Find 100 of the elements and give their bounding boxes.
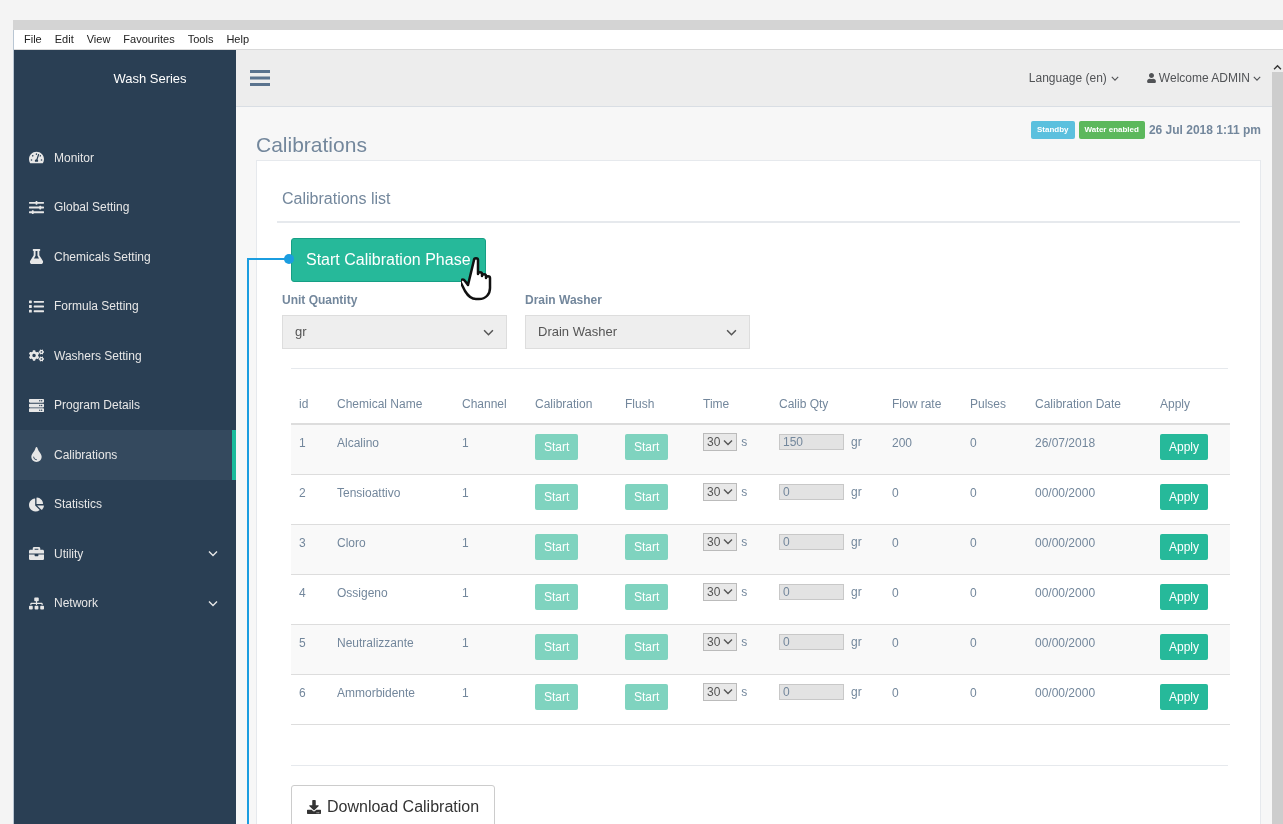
column-header: Channel (454, 395, 527, 424)
field-label: Drain Washer (525, 292, 603, 309)
menu-item[interactable]: Edit (54, 31, 74, 48)
column-header: Flow rate (884, 395, 962, 424)
sidebar-item[interactable]: Chemicals Setting (14, 232, 236, 282)
table-cell: 0 (884, 674, 962, 724)
table-cell: 1 (454, 574, 527, 624)
table-cell: 0 (884, 624, 962, 674)
sidebar-item[interactable]: Monitor (14, 133, 236, 183)
page-title: Calibrations (256, 132, 367, 158)
table-cell: 1 (454, 674, 527, 724)
list-icon (29, 298, 44, 314)
chevron-down-icon (208, 599, 218, 607)
briefcase-icon (29, 546, 44, 562)
column-header: Chemical Name (329, 395, 454, 424)
table-cell: 0 (962, 424, 1027, 474)
column-header: Pulses (962, 395, 1027, 424)
sidebar-item[interactable]: Global Setting (14, 182, 236, 232)
time-select[interactable]: 30 (703, 482, 738, 501)
flask-icon (29, 249, 44, 265)
status-badge: Standby (1030, 121, 1075, 139)
table-cell: 0 (962, 474, 1027, 524)
unit-select[interactable]: gr (282, 315, 507, 349)
time-select[interactable]: 30 (703, 532, 738, 551)
table-cell: 00/00/2000 (1027, 574, 1152, 624)
column-header: Flush (617, 395, 695, 424)
table-cell: 0 (962, 624, 1027, 674)
unit-label: s (741, 533, 748, 551)
user-menu[interactable]: Welcome ADMIN (1146, 69, 1261, 87)
chevron-down-icon (1110, 75, 1119, 81)
menu-icon[interactable] (250, 70, 270, 86)
download-icon (307, 799, 321, 814)
chevron-down-icon (723, 488, 734, 495)
unit-label: s (741, 683, 748, 701)
chevron-down-icon (726, 328, 737, 336)
table-cell: 1 (454, 624, 527, 674)
table-cell: 1 (291, 424, 329, 474)
table-cell: 1 (454, 524, 527, 574)
column-header: Calib Qty (771, 395, 884, 424)
sidebar-item[interactable]: Washers Setting (14, 331, 236, 381)
column-header: id (291, 395, 329, 424)
table-cell: Neutralizzante (329, 624, 454, 674)
status-badge: Water enabled (1078, 121, 1145, 139)
unit-label: gr (851, 583, 862, 601)
unit-label: s (741, 434, 748, 451)
sitemap-icon (29, 595, 44, 611)
pie-chart-icon (29, 496, 44, 512)
time-select[interactable]: 30 (703, 682, 738, 701)
time-select[interactable]: 30 (703, 632, 738, 651)
field-label: Unit Quantity (282, 292, 359, 309)
table-cell: 0 (962, 524, 1027, 574)
chevron-down-icon (723, 538, 734, 545)
table-cell: 6 (291, 674, 329, 724)
time-select[interactable]: 30 (703, 582, 738, 601)
sidebar-item[interactable]: Calibrations (14, 430, 236, 480)
language-dropdown[interactable]: Language (en) (1028, 69, 1119, 87)
sidebar-item[interactable]: Statistics (14, 479, 236, 529)
time-select[interactable]: 30 (703, 433, 738, 451)
table-cell: Ammorbidente (329, 674, 454, 724)
table-cell: 5 (291, 624, 329, 674)
menu-item[interactable]: File (24, 31, 42, 48)
scroll-up-icon[interactable] (1273, 64, 1282, 70)
chevron-down-icon (1253, 75, 1261, 81)
table-cell: 4 (291, 574, 329, 624)
column-header: Apply (1152, 395, 1230, 424)
menu-item[interactable]: View (86, 31, 111, 48)
sidebar-item[interactable]: Utility (14, 529, 236, 579)
column-header: Calibration Date (1027, 395, 1152, 424)
table-cell: 0 (884, 574, 962, 624)
table-cell: Alcalino (329, 424, 454, 474)
unit-label: gr (851, 434, 862, 451)
unit-label: gr (851, 483, 862, 501)
sidebar-item[interactable]: Formula Setting (14, 281, 236, 331)
drain-washer-select[interactable]: Drain Washer (525, 315, 750, 349)
sidebar-item[interactable]: Network (14, 578, 236, 628)
download-calibration-button[interactable]: Download Calibration (291, 784, 496, 824)
droplet-icon (29, 447, 44, 463)
unit-label: s (741, 483, 748, 501)
table-cell: 0 (884, 474, 962, 524)
table-cell: 00/00/2000 (1027, 474, 1152, 524)
sidebar-item[interactable]: Program Details (14, 380, 236, 430)
table-cell: Cloro (329, 524, 454, 574)
unit-label: s (741, 583, 748, 601)
menu-item[interactable]: Favourites (123, 31, 175, 48)
table-cell: 26/07/2018 (1027, 424, 1152, 474)
chevron-down-icon (723, 438, 734, 446)
table-cell: 200 (884, 424, 962, 474)
table-cell: Ossigeno (329, 574, 454, 624)
menu-item[interactable]: Tools (187, 31, 214, 48)
chevron-down-icon (723, 638, 734, 645)
table-cell: 00/00/2000 (1027, 524, 1152, 574)
unit-label: gr (851, 533, 862, 551)
table-cell: 0 (962, 574, 1027, 624)
menu-item[interactable]: Help (226, 31, 250, 48)
table-cell: 0 (962, 674, 1027, 724)
table-cell: 0 (884, 524, 962, 574)
gauge-icon (29, 150, 44, 166)
unit-label: s (741, 633, 748, 651)
chevron-down-icon (723, 688, 734, 695)
gears-icon (29, 348, 44, 364)
